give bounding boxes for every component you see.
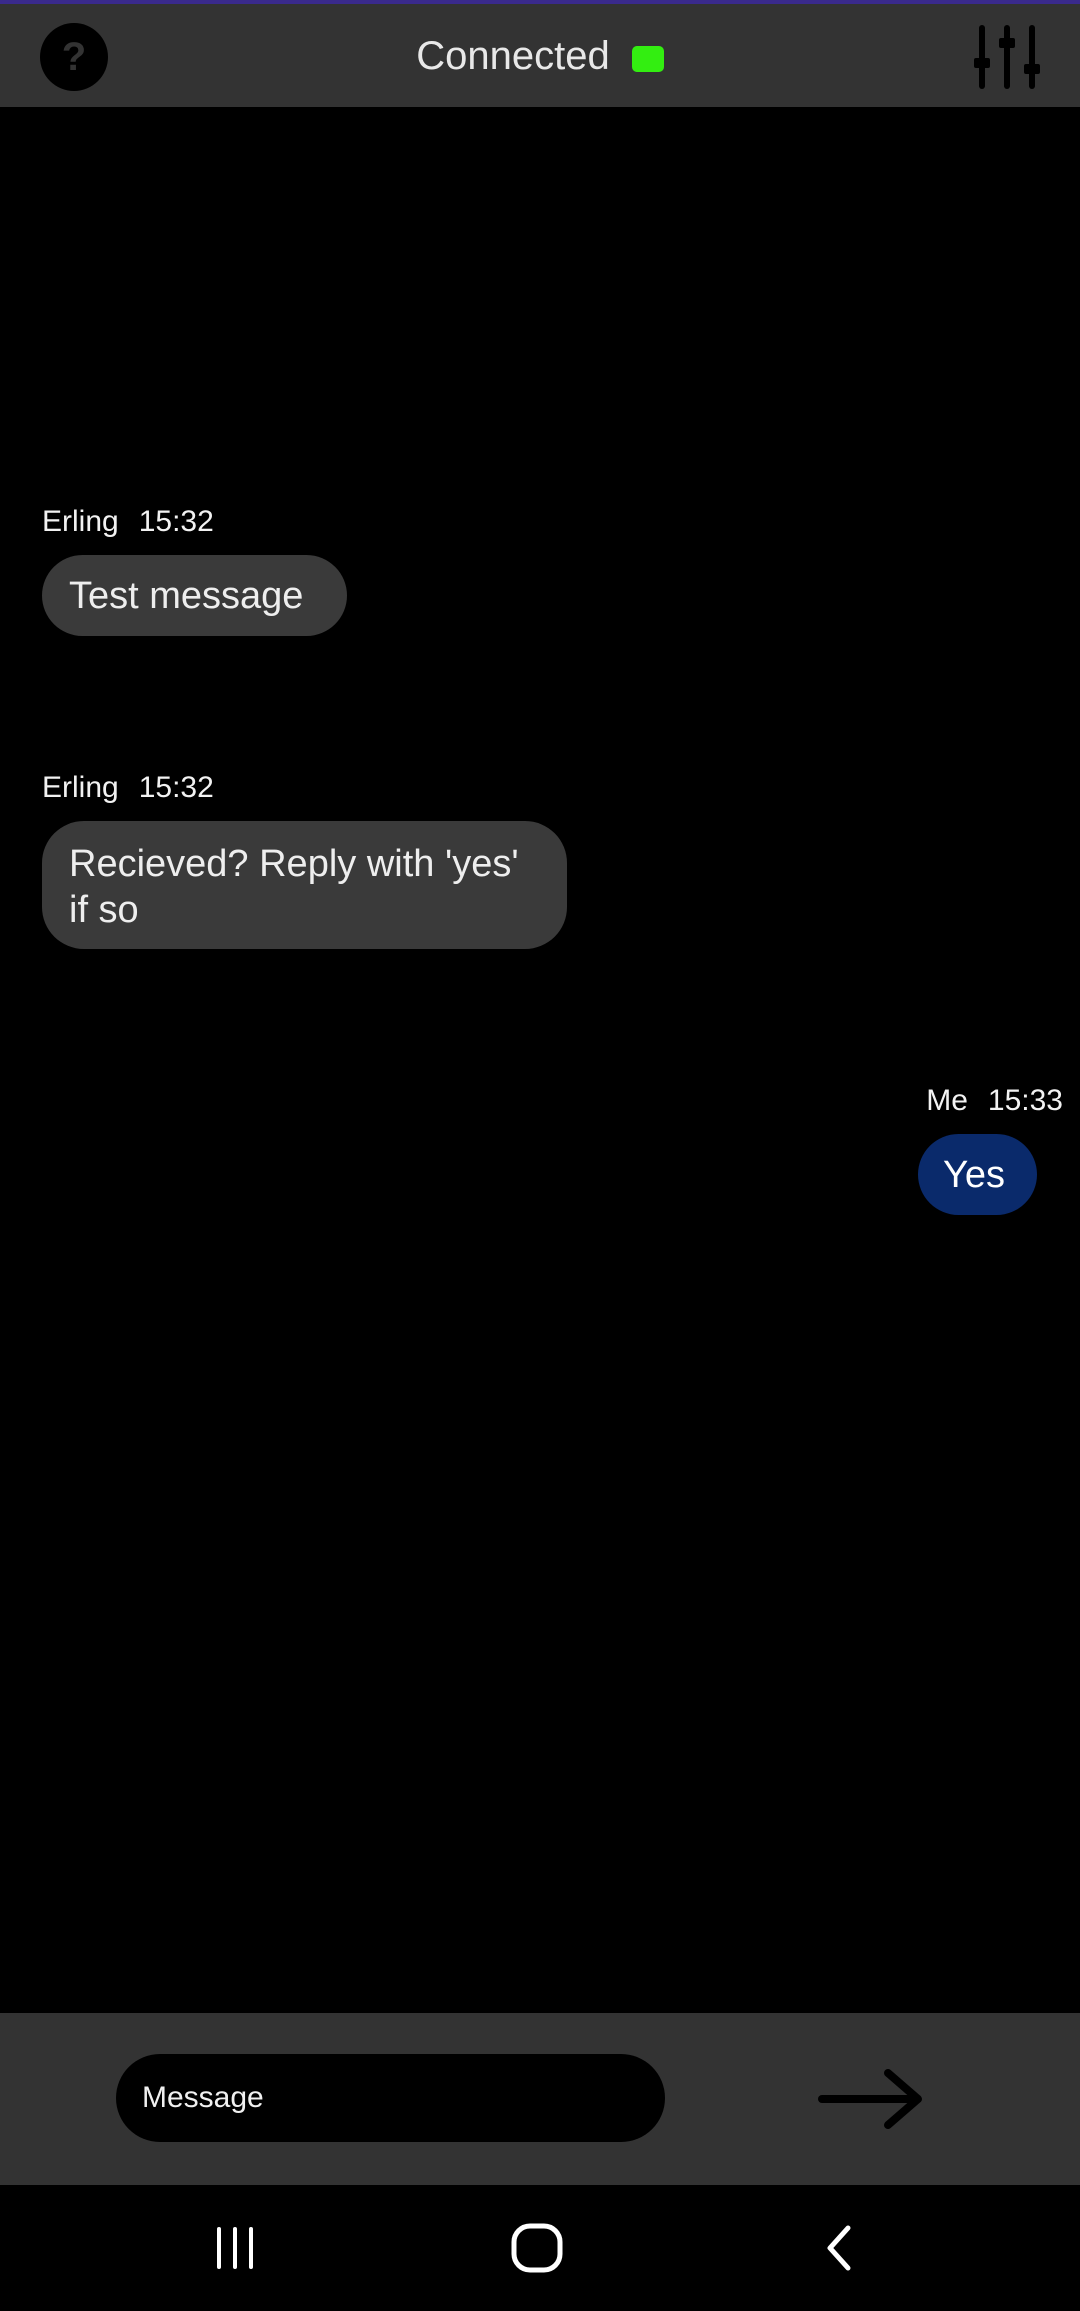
- header-bar: ? Connected: [0, 4, 1080, 107]
- sliders-icon: [974, 25, 1040, 89]
- message-text: Test message: [69, 575, 304, 617]
- message-sender: Me: [926, 1084, 968, 1117]
- status-indicator: [631, 45, 664, 72]
- message-text: Yes: [943, 1154, 1005, 1196]
- settings-button[interactable]: [972, 24, 1042, 90]
- message-time: 15:32: [138, 771, 214, 804]
- status-text: Connected: [416, 34, 610, 78]
- chat-screen: ? Connected Erling 15:32 Test message Er…: [0, 0, 1080, 2311]
- message-bubble-incoming[interactable]: Test message: [42, 555, 347, 636]
- connection-status: Connected: [0, 34, 1080, 79]
- message-bubble-outgoing[interactable]: Yes: [918, 1134, 1037, 1215]
- arrow-right-icon: [818, 2069, 922, 2129]
- send-button[interactable]: [818, 2067, 928, 2131]
- message-sender: Erling: [42, 771, 119, 804]
- message-text: Recieved? Reply with 'yes' if so: [69, 843, 519, 931]
- message-time: 15:33: [987, 1084, 1063, 1117]
- message-time: 15:32: [138, 505, 214, 538]
- message-meta: Erling 15:32: [42, 505, 214, 539]
- back-icon: [827, 2225, 851, 2271]
- system-navbar: [0, 2185, 1080, 2311]
- message-input[interactable]: [116, 2054, 665, 2142]
- message-bubble-incoming[interactable]: Recieved? Reply with 'yes' if so: [42, 821, 567, 949]
- composer-bar: [0, 2013, 1080, 2185]
- message-meta: Me 15:33: [926, 1084, 1063, 1118]
- home-button[interactable]: [497, 2213, 577, 2283]
- recents-icon: [217, 2227, 253, 2269]
- back-button[interactable]: [800, 2213, 880, 2283]
- home-icon: [511, 2223, 563, 2273]
- message-meta: Erling 15:32: [42, 771, 214, 805]
- message-sender: Erling: [42, 505, 119, 538]
- recents-button[interactable]: [195, 2213, 275, 2283]
